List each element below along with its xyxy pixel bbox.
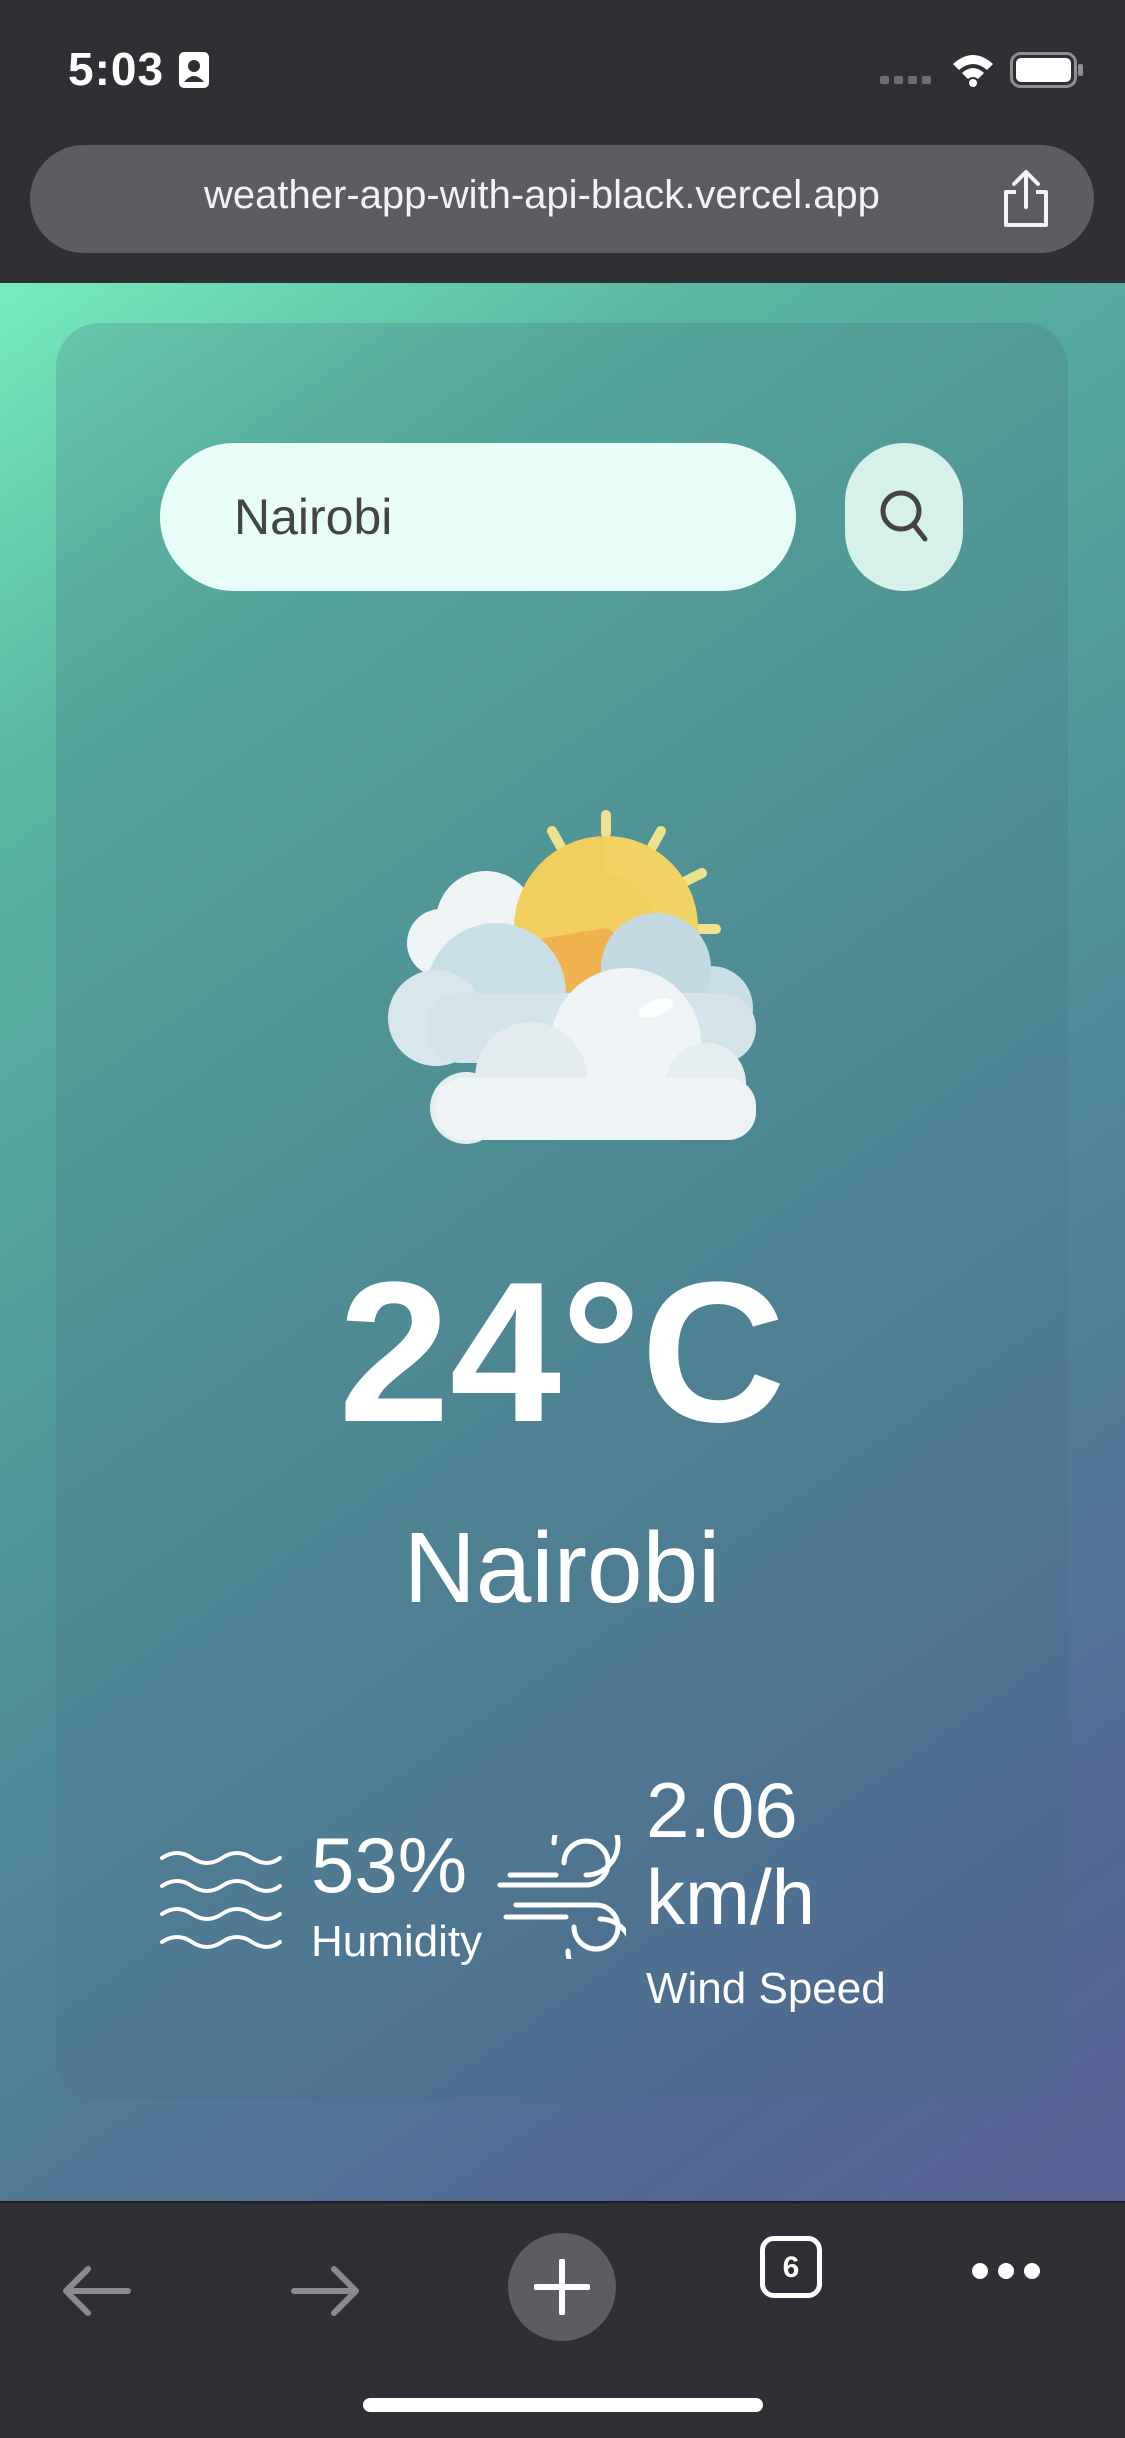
- humidity-value: 53%: [311, 1821, 468, 1909]
- address-bar[interactable]: weather-app-with-api-black.vercel.app: [30, 145, 1094, 253]
- browser-address-area: weather-app-with-api-black.vercel.app: [0, 135, 1125, 285]
- weather-page: 24°C Nairobi 53% Humidity: [0, 283, 1125, 2201]
- wind-icon: [496, 1808, 635, 1986]
- status-time: 5:03: [68, 43, 165, 95]
- search-icon: [880, 490, 928, 542]
- humidity-label: Humidity: [311, 1917, 483, 1966]
- status-bar: 5:03: [0, 0, 1125, 135]
- partly-cloudy-icon: [356, 793, 776, 1158]
- city-search-input[interactable]: [160, 443, 796, 591]
- wind-speed-label: Wind Speed: [646, 1964, 886, 2013]
- temperature-reading: 24°C: [338, 1241, 786, 1464]
- plus-icon: [534, 2259, 590, 2315]
- url-text[interactable]: weather-app-with-api-black.vercel.app: [30, 173, 1094, 218]
- new-tab-button[interactable]: [508, 2233, 616, 2341]
- battery-icon: [1010, 52, 1084, 93]
- share-icon[interactable]: [998, 167, 1054, 236]
- wind-speed-value: 2.06 km/h: [646, 1766, 816, 1942]
- back-arrow-icon[interactable]: [60, 2265, 132, 2322]
- forward-arrow-icon[interactable]: [290, 2265, 362, 2322]
- cellular-signal-icon: [880, 72, 936, 91]
- weather-card: 24°C Nairobi 53% Humidity: [56, 323, 1068, 2101]
- search-button[interactable]: [845, 443, 963, 591]
- contact-card-icon: [179, 52, 209, 88]
- home-indicator[interactable]: [363, 2398, 763, 2412]
- wifi-icon: [950, 52, 996, 93]
- tabs-button[interactable]: 6: [760, 2236, 822, 2298]
- city-name: Nairobi: [403, 1512, 721, 1624]
- humidity-waves-icon: [158, 1848, 282, 1965]
- more-icon[interactable]: [970, 2261, 1042, 2286]
